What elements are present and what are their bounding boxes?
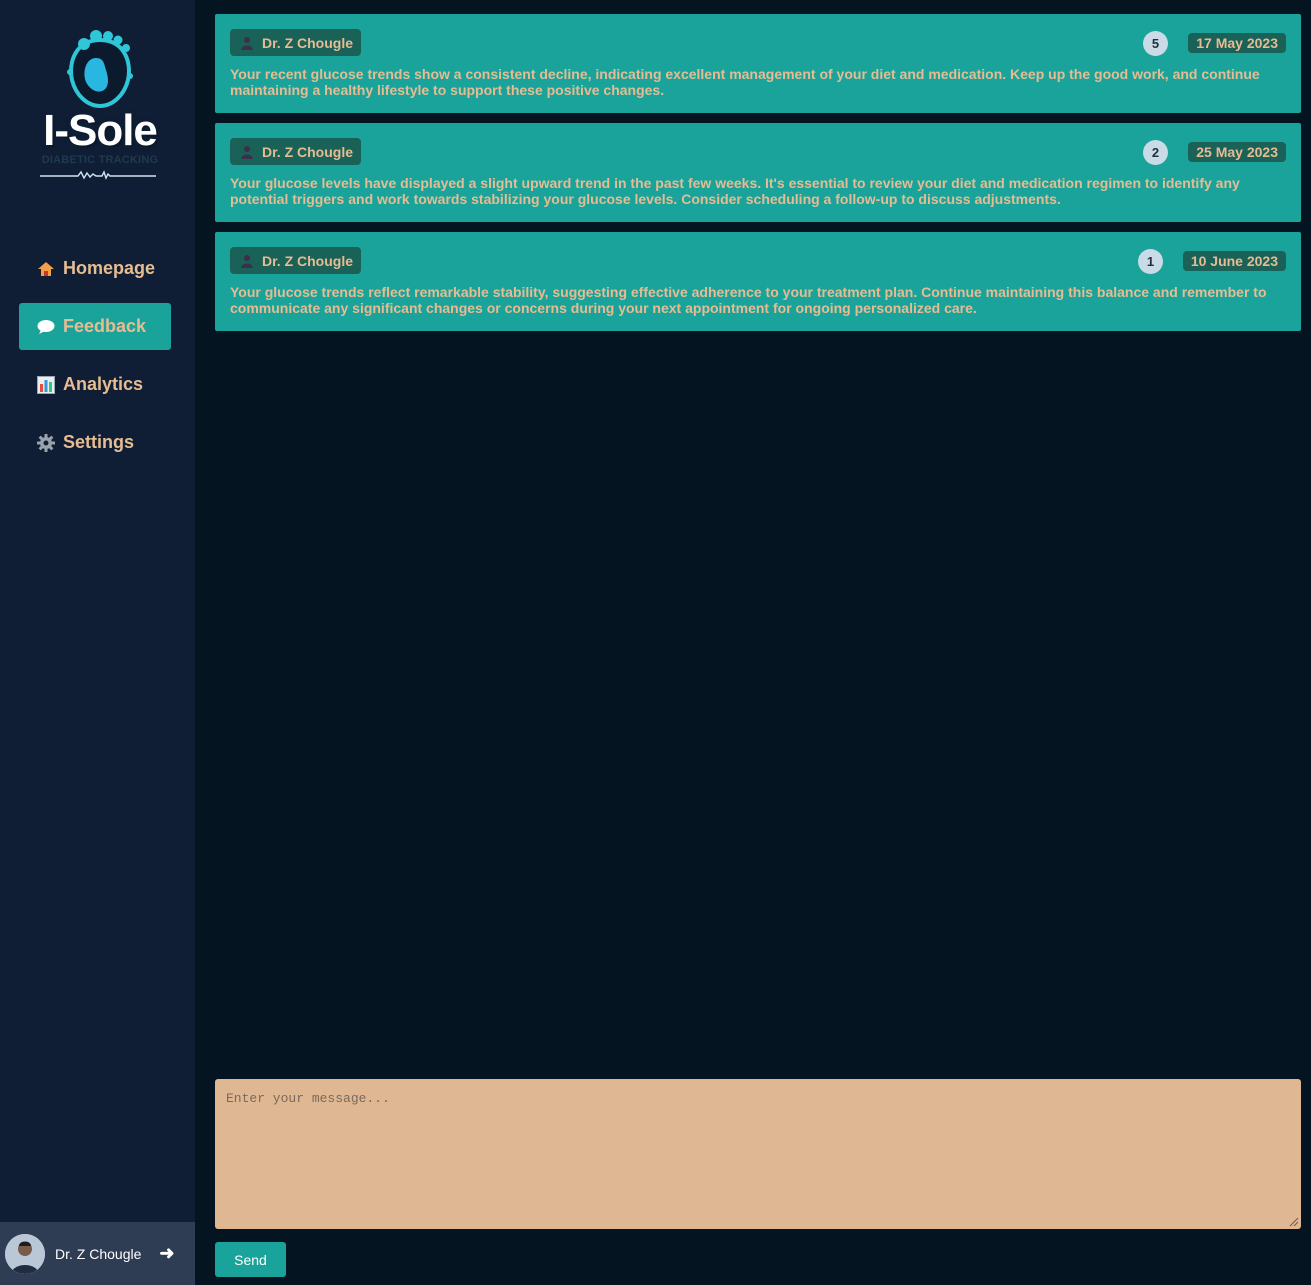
brand-tagline: DIABETIC TRACKING (41, 154, 159, 166)
sidebar-item-homepage[interactable]: Homepage (19, 245, 171, 292)
send-button[interactable]: Send (215, 1242, 286, 1277)
gear-icon (36, 433, 56, 453)
user-name: Dr. Z Chougle (55, 1245, 142, 1262)
author-chip: Dr. Z Chougle (230, 29, 361, 56)
feedback-message: Your glucose levels have displayed a sli… (230, 175, 1240, 207)
avatar[interactable] (5, 1233, 45, 1274)
foot-logo-icon (67, 30, 133, 109)
heartbeat-line-icon (40, 170, 156, 180)
rating-badge: 5 (1143, 31, 1168, 56)
feedback-list: Dr. Z Chougle 5 17 May 2023 Your recent … (215, 14, 1301, 341)
bar-chart-icon (36, 375, 56, 395)
sidebar: I-Sole DIABETIC TRACKING Homepage Feedba… (0, 0, 195, 1285)
house-icon (36, 259, 56, 279)
date-badge: 17 May 2023 (1188, 33, 1286, 53)
author-chip: Dr. Z Chougle (230, 247, 361, 274)
feedback-card: Dr. Z Chougle 5 17 May 2023 Your recent … (215, 14, 1301, 113)
author-name: Dr. Z Chougle (262, 143, 353, 160)
sidebar-item-analytics[interactable]: Analytics (19, 361, 171, 408)
sidebar-item-label: Feedback (63, 316, 147, 336)
feedback-card: Dr. Z Chougle 2 25 May 2023 Your glucose… (215, 123, 1301, 222)
person-icon (241, 254, 253, 268)
feedback-message: Your glucose trends reflect remarkable s… (230, 284, 1267, 316)
feedback-card: Dr. Z Chougle 1 10 June 2023 Your glucos… (215, 232, 1301, 331)
logout-arrow-icon[interactable]: ➜ (159, 1243, 174, 1264)
user-bar: Dr. Z Chougle ➜ (0, 1222, 195, 1285)
resize-handle-icon[interactable] (1289, 1217, 1299, 1227)
date-badge: 10 June 2023 (1182, 251, 1286, 271)
brand-name: I-Sole (43, 106, 158, 155)
sidebar-item-feedback[interactable]: Feedback (19, 303, 171, 350)
author-name: Dr. Z Chougle (262, 252, 353, 269)
sidebar-item-label: Settings (63, 432, 135, 452)
feedback-message: Your recent glucose trends show a consis… (230, 66, 1260, 98)
sidebar-item-settings[interactable]: Settings (19, 419, 171, 466)
author-name: Dr. Z Chougle (262, 34, 353, 51)
rating-badge: 1 (1138, 249, 1163, 274)
speech-bubble-icon (36, 317, 56, 337)
sidebar-item-label: Homepage (63, 258, 156, 278)
person-icon (241, 36, 253, 50)
date-badge: 25 May 2023 (1188, 142, 1286, 162)
app-root: I-Sole DIABETIC TRACKING Homepage Feedba… (0, 0, 1311, 1285)
rating-badge: 2 (1143, 140, 1168, 165)
person-icon (241, 145, 253, 159)
sidebar-nav: Homepage Feedback Analytics Settings (19, 245, 171, 477)
logo: I-Sole DIABETIC TRACKING (32, 24, 168, 186)
author-chip: Dr. Z Chougle (230, 138, 361, 165)
sidebar-item-label: Analytics (63, 374, 144, 394)
message-input[interactable]: Enter your message... (215, 1079, 1301, 1229)
